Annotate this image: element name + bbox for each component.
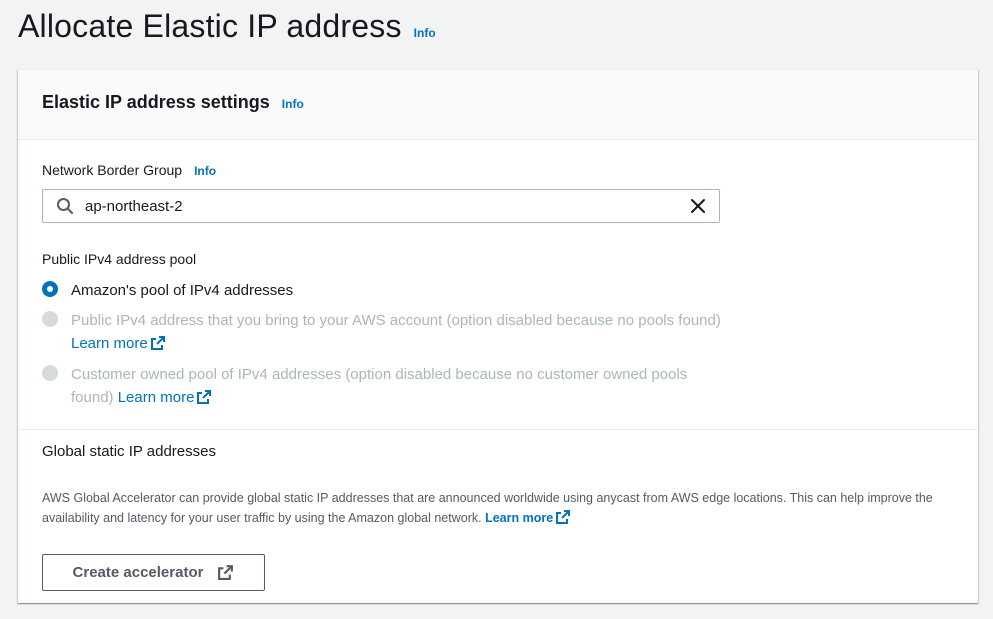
radio-button-disabled (42, 365, 58, 381)
panel-title: Elastic IP address settings (42, 92, 270, 112)
network-border-group-label-text: Network Border Group (42, 162, 183, 178)
learn-more-text[interactable]: Learn more (485, 511, 553, 525)
external-link-icon (197, 390, 212, 404)
panel-header: Elastic IP address settings Info (18, 70, 978, 140)
external-link-icon (150, 336, 165, 350)
radio-option-label-disabled: Customer owned pool of IPv4 addresses (o… (71, 363, 722, 409)
customer-owned-learn-more-link[interactable]: Learn more (118, 389, 213, 406)
ipv4-pool-label-text: Public IPv4 address pool (42, 251, 197, 267)
network-border-group-label: Network Border Group Info (42, 162, 216, 178)
panel-info-link[interactable]: Info (282, 97, 304, 111)
network-border-group-value[interactable]: ap-northeast-2 (85, 198, 687, 215)
network-border-group-input[interactable]: ap-northeast-2 (42, 189, 720, 223)
close-icon[interactable] (687, 195, 709, 217)
section-divider (18, 429, 978, 430)
external-link-icon (218, 565, 234, 580)
radio-option-byoip: Public IPv4 address that you bring to yo… (42, 309, 722, 355)
byoip-label: Public IPv4 address that you bring to yo… (71, 312, 721, 329)
byoip-learn-more-link[interactable]: Learn more (71, 335, 166, 352)
create-accelerator-label: Create accelerator (72, 564, 204, 581)
page-header: Allocate Elastic IP address Info (18, 8, 436, 45)
ipv4-pool-label: Public IPv4 address pool (42, 251, 196, 267)
create-accelerator-button[interactable]: Create accelerator (42, 554, 265, 591)
search-icon (55, 196, 75, 216)
radio-option-label-disabled: Public IPv4 address that you bring to yo… (71, 309, 722, 355)
global-static-ip-label: Global static IP addresses (42, 443, 216, 460)
network-border-group-info-link[interactable]: Info (194, 164, 216, 178)
page-info-link[interactable]: Info (414, 26, 436, 40)
elastic-ip-settings-panel: Elastic IP address settings Info Network… (18, 69, 978, 603)
radio-button-disabled (42, 311, 58, 327)
radio-option-customer-owned: Customer owned pool of IPv4 addresses (o… (42, 363, 722, 409)
page-title: Allocate Elastic IP address (18, 8, 402, 44)
global-learn-more-link[interactable]: Learn more (485, 510, 571, 525)
learn-more-text[interactable]: Learn more (118, 389, 195, 406)
external-link-icon (556, 510, 571, 524)
radio-option-amazon-pool[interactable]: Amazon's pool of IPv4 addresses (42, 279, 722, 302)
global-static-ip-description: AWS Global Accelerator can provide globa… (42, 488, 952, 528)
learn-more-text[interactable]: Learn more (71, 335, 148, 352)
radio-button-selected[interactable] (42, 281, 58, 297)
radio-option-label: Amazon's pool of IPv4 addresses (71, 282, 294, 299)
